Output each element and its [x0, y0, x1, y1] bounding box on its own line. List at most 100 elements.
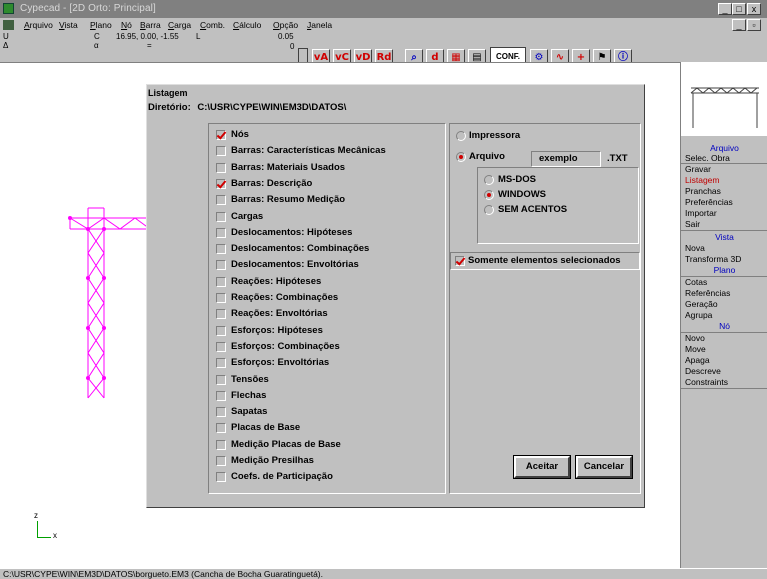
report-item-label: Deslocamentos: Combinações: [231, 243, 370, 255]
cmd-descreve[interactable]: Descreve: [685, 366, 721, 376]
report-item-checkbox[interactable]: [216, 341, 226, 352]
directory-label: Diretório:: [148, 102, 191, 113]
menu-bar: Arquivo Vista Plano Nó Barra Carga Comb.…: [0, 18, 767, 32]
menu-calculo[interactable]: Cálculo: [233, 20, 261, 30]
report-item-label: Nós: [231, 129, 249, 140]
group-head-no[interactable]: Nó: [681, 321, 767, 331]
menu-opcao[interactable]: Opção: [273, 20, 298, 30]
charset-msdos-radio[interactable]: [484, 175, 494, 185]
report-item-label: Tensões: [231, 373, 269, 385]
title-bar: Cypecad - [2D Orto: Principal] _ □ x: [0, 0, 767, 18]
group-head-arquivo[interactable]: Arquivo: [681, 143, 767, 153]
cmd-move[interactable]: Move: [685, 344, 706, 354]
report-item-checkbox[interactable]: [216, 276, 226, 287]
charset-windows-label: WINDOWS: [498, 189, 547, 200]
filename-field[interactable]: exemplo: [531, 151, 601, 167]
report-item-checkbox[interactable]: [216, 146, 226, 157]
directory-value: C:\USR\CYPE\WIN\EM3D\DATOS\: [197, 102, 347, 113]
report-item-label: Esforços: Envoltórias: [231, 357, 330, 369]
report-item-label: Barras: Resumo Medição: [231, 194, 346, 206]
report-item-checkbox[interactable]: [216, 260, 226, 271]
report-item-checkbox[interactable]: [216, 390, 226, 401]
cmd-importar[interactable]: Importar: [685, 208, 717, 218]
report-item-checkbox[interactable]: [216, 293, 226, 303]
menu-plano[interactable]: Plano: [90, 20, 112, 30]
menu-janela[interactable]: Janela: [307, 20, 332, 30]
maximize-button[interactable]: □: [732, 3, 746, 15]
doc-restore-button[interactable]: ▫: [747, 19, 761, 31]
close-button[interactable]: x: [747, 3, 761, 15]
cmd-geracao[interactable]: Geração: [685, 299, 718, 309]
doc-minimize-button[interactable]: _: [732, 19, 746, 31]
cmd-novo[interactable]: Novo: [685, 333, 705, 343]
report-item-checkbox[interactable]: [216, 195, 226, 206]
report-item-label: Flechas: [231, 389, 267, 401]
report-item-label: Esforços: Combinações: [231, 340, 340, 352]
report-item-checkbox[interactable]: [216, 423, 226, 434]
u-label: U: [3, 32, 9, 41]
report-item-checkbox[interactable]: [216, 358, 226, 369]
printer-radio[interactable]: [456, 131, 466, 141]
cmd-pranchas[interactable]: Pranchas: [685, 186, 721, 196]
l-label: L: [196, 32, 201, 41]
group-head-plano[interactable]: Plano: [681, 265, 767, 275]
cmd-gravar[interactable]: Gravar: [685, 164, 711, 174]
report-item-checkbox[interactable]: [216, 211, 226, 222]
report-item-checkbox[interactable]: [216, 309, 226, 320]
report-item-label: Medição Presilhas: [231, 455, 314, 466]
only-selected-checkbox[interactable]: [455, 256, 465, 266]
cmd-constraints[interactable]: Constraints: [685, 377, 728, 387]
report-item-checkbox[interactable]: [216, 130, 226, 140]
cypecad-app-icon[interactable]: [3, 3, 14, 14]
report-items-panel: Nós Barras: Características Mecânicas Barr…: [208, 123, 446, 494]
cmd-transforma-3d[interactable]: Transforma 3D: [685, 254, 741, 264]
report-item-checkbox[interactable]: [216, 472, 226, 483]
report-item-checkbox[interactable]: [216, 374, 226, 385]
cmd-referencias[interactable]: Referências: [685, 288, 730, 298]
report-item-label: Deslocamentos: Envoltórias: [231, 259, 359, 271]
report-item-checkbox[interactable]: [216, 325, 226, 336]
aceitar-button[interactable]: Aceitar: [513, 455, 571, 479]
report-item-label: Reações: Envoltórias: [231, 308, 328, 320]
charset-sem-acentos-label: SEM ACENTOS: [498, 204, 568, 215]
cmd-apaga[interactable]: Apaga: [685, 355, 710, 365]
cancelar-button[interactable]: Cancelar: [575, 455, 633, 479]
cmd-preferencias[interactable]: Preferências: [685, 197, 733, 207]
cmd-nova[interactable]: Nova: [685, 243, 705, 253]
structure-preview: [690, 87, 759, 128]
menu-carga[interactable]: Carga: [168, 20, 191, 30]
report-item-checkbox[interactable]: [216, 456, 226, 466]
report-item-checkbox[interactable]: [216, 407, 226, 418]
z-axis-line: [37, 521, 38, 537]
cmd-listagem[interactable]: Listagem: [685, 175, 720, 185]
report-item-checkbox[interactable]: [216, 227, 226, 238]
report-item-label: Medição Placas de Base: [231, 438, 341, 450]
report-item-checkbox[interactable]: [216, 162, 226, 173]
delta-label: Δ: [3, 41, 9, 50]
window-title: Cypecad - [2D Orto: Principal]: [20, 3, 156, 14]
menu-vista[interactable]: Vista: [59, 20, 78, 30]
file-radio[interactable]: [456, 152, 466, 162]
cmd-agrupa[interactable]: Agrupa: [685, 310, 712, 320]
menu-no[interactable]: Nó: [121, 20, 132, 30]
report-item-label: Barras: Descrição: [231, 177, 313, 189]
report-item-label: Sapatas: [231, 406, 268, 418]
cmd-cotas[interactable]: Cotas: [685, 277, 707, 287]
minimize-button[interactable]: _: [718, 3, 732, 15]
report-item-label: Reações: Hipóteses: [231, 275, 322, 287]
report-item-checkbox[interactable]: [216, 244, 226, 255]
charset-windows-radio[interactable]: [484, 190, 494, 200]
menu-arquivo[interactable]: Arquivo: [24, 20, 53, 30]
menu-barra[interactable]: Barra: [140, 20, 161, 30]
document-icon[interactable]: [3, 20, 14, 30]
cmd-sair[interactable]: Sair: [685, 219, 700, 229]
cmd-selec-obra[interactable]: Selec. Obra: [685, 153, 730, 163]
report-item-checkbox[interactable]: [216, 439, 226, 450]
menu-comb[interactable]: Comb.: [200, 20, 225, 30]
report-item-checkbox[interactable]: [216, 178, 226, 189]
status-bar: C:\USR\CYPE\WIN\EM3D\DATOS\borgueto.EM3 …: [0, 568, 767, 579]
report-item-label: Deslocamentos: Hipóteses: [231, 226, 353, 238]
group-head-vista[interactable]: Vista: [681, 232, 767, 242]
charset-sem-acentos-radio[interactable]: [484, 205, 494, 215]
x-axis-line: [37, 537, 51, 538]
